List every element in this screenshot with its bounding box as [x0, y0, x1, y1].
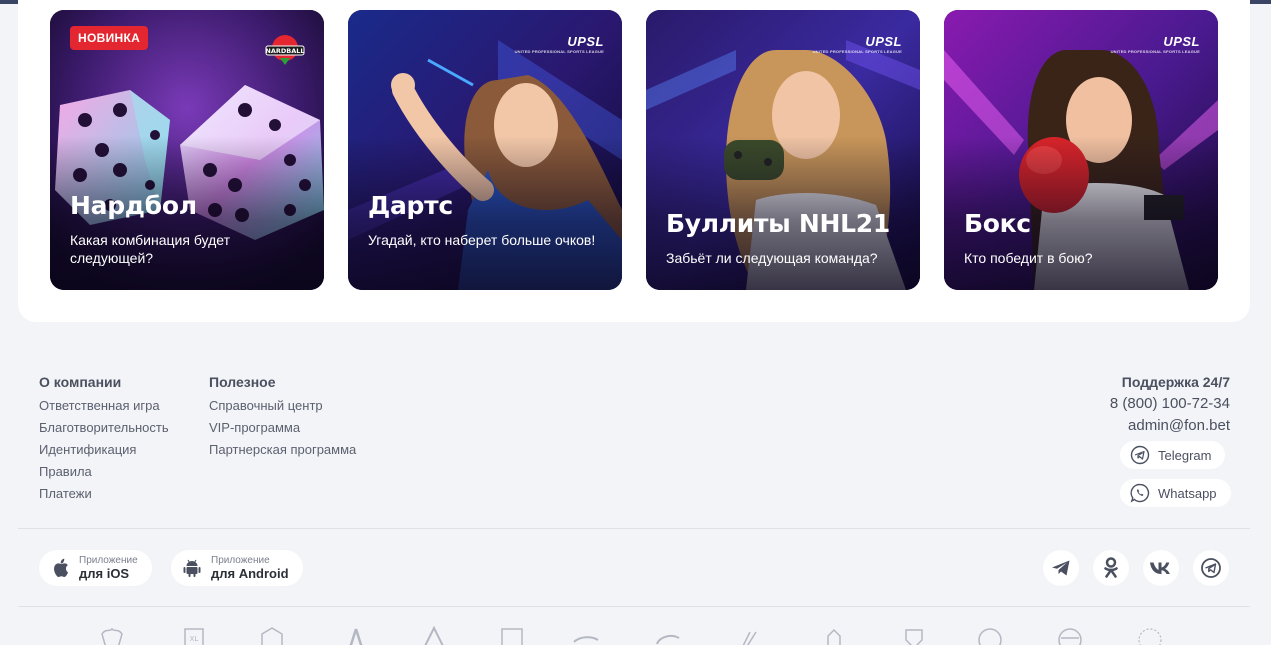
card-title: Дартс	[368, 191, 453, 220]
link-payments[interactable]: Платежи	[39, 483, 169, 505]
upsl-logo: UPSL UNITED PROFESSIONAL SPORTS LEAGUE	[514, 34, 604, 54]
club-logo-10	[827, 628, 841, 645]
link-vip-program[interactable]: VIP-программа	[209, 417, 356, 439]
club-logo-13	[1058, 628, 1082, 645]
card-description: Кто победит в бою?	[964, 250, 1093, 266]
social-vk-button[interactable]	[1143, 550, 1179, 586]
telegram-label: Telegram	[1158, 447, 1212, 463]
svg-text:NARDBALL: NARDBALL	[265, 47, 304, 55]
link-rules[interactable]: Правила	[39, 461, 169, 483]
android-app-button[interactable]: Приложение для Android	[171, 550, 303, 586]
support-email[interactable]: admin@fon.bet	[1110, 415, 1230, 437]
club-logo-8	[656, 635, 680, 645]
ios-app-caption: Приложение	[79, 555, 138, 566]
social-odnoklassniki-button[interactable]	[1093, 550, 1129, 586]
link-charity[interactable]: Благотворительность	[39, 417, 169, 439]
new-badge: НОВИНКА	[70, 26, 149, 50]
card-description: Какая комбинация будет следующей?	[70, 232, 230, 266]
social-telegram-button[interactable]	[1043, 550, 1079, 586]
android-app-caption: Приложение	[211, 555, 270, 566]
support-phone[interactable]: 8 (800) 100-72-34	[1110, 393, 1230, 415]
card-title: Буллиты NHL21	[666, 209, 890, 238]
telegram-icon	[1052, 560, 1070, 576]
link-help-center[interactable]: Справочный центр	[209, 395, 356, 417]
club-logo-12	[978, 628, 1002, 645]
nardball-logo: NARDBALL	[265, 35, 305, 65]
social-telegram-channel-button[interactable]	[1193, 550, 1229, 586]
card-description: Угадай, кто наберет больше очков!	[368, 232, 596, 248]
odnoklassniki-icon	[1104, 557, 1118, 578]
club-logo-9	[742, 631, 757, 645]
whatsapp-label: Whatsapp	[1158, 485, 1217, 501]
footer-useful-column: Полезное Справочный центр VIP-программа …	[209, 374, 356, 461]
partner-logos-row: XL	[90, 624, 1190, 645]
company-heading: О компании	[39, 374, 122, 390]
cska-logo	[261, 627, 283, 645]
telegram-channel-icon	[1201, 558, 1221, 578]
game-card-nardball[interactable]: НОВИНКА NARDBALL Нардбол Какая комбинаци…	[50, 10, 324, 290]
games-panel: НОВИНКА NARDBALL Нардбол Какая комбинаци…	[18, 0, 1250, 322]
telegram-support-button[interactable]: Telegram	[1120, 441, 1226, 469]
android-app-label: для Android	[211, 566, 289, 581]
card-title: Бокс	[964, 209, 1031, 238]
footer-divider	[18, 528, 1250, 529]
whatsapp-icon	[1130, 483, 1150, 503]
upsl-logo: UPSL UNITED PROFESSIONAL SPORTS LEAGUE	[812, 34, 902, 54]
ios-app-button[interactable]: Приложение для iOS	[39, 550, 152, 586]
whatsapp-support-button[interactable]: Whatsapp	[1120, 479, 1231, 507]
rpl-logo	[501, 628, 523, 645]
link-identification[interactable]: Идентификация	[39, 439, 169, 461]
club-logo-7	[573, 636, 599, 643]
upsl-logo: UPSL UNITED PROFESSIONAL SPORTS LEAGUE	[1110, 34, 1200, 54]
game-card-darts[interactable]: UPSL UNITED PROFESSIONAL SPORTS LEAGUE Да…	[348, 10, 622, 290]
footer-support: Поддержка 24/7 8 (800) 100-72-34 admin@f…	[1110, 374, 1230, 437]
card-title: Нардбол	[70, 191, 197, 220]
link-responsible-gaming[interactable]: Ответственная игра	[39, 395, 169, 417]
svg-text:XL: XL	[190, 635, 199, 643]
game-card-nhl21[interactable]: UPSL UNITED PROFESSIONAL SPORTS LEAGUE Бу…	[646, 10, 920, 290]
useful-heading: Полезное	[209, 374, 276, 390]
footer-company-column: О компании Ответственная игра Благотвори…	[39, 374, 169, 505]
footer-divider-2	[18, 606, 1250, 607]
game-card-boxing[interactable]: UPSL UNITED PROFESSIONAL SPORTS LEAGUE Бо…	[944, 10, 1218, 290]
apple-icon	[54, 558, 68, 577]
club-logo-14	[1138, 628, 1162, 645]
link-partner-program[interactable]: Партнерская программа	[209, 439, 356, 461]
krylia-sovetov-logo	[424, 626, 444, 645]
support-heading: Поддержка 24/7	[1121, 374, 1230, 390]
club-logo-11	[905, 629, 923, 645]
android-icon	[183, 559, 201, 577]
vk-icon	[1150, 562, 1170, 574]
khl-logo: XL	[184, 628, 204, 645]
ios-app-label: для iOS	[79, 566, 130, 581]
russia-emblem-logo	[101, 627, 123, 645]
lokomotiv-logo	[349, 628, 363, 645]
card-description: Забьёт ли следующая команда?	[666, 250, 878, 266]
telegram-icon	[1130, 445, 1150, 465]
